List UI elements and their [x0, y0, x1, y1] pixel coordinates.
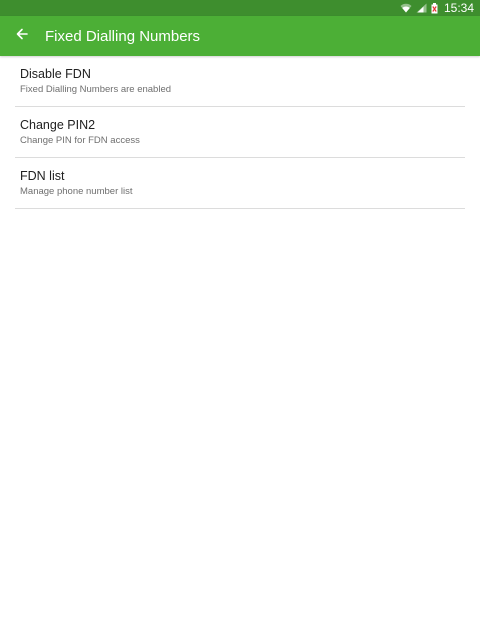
wifi-icon [400, 3, 412, 13]
signal-icon [416, 3, 427, 13]
settings-list: Disable FDN Fixed Dialling Numbers are e… [0, 56, 480, 209]
item-title: Disable FDN [20, 67, 91, 81]
page-title: Fixed Dialling Numbers [45, 27, 201, 45]
change-pin2-item[interactable]: Change PIN2 Change PIN for FDN access [15, 107, 465, 158]
status-icons: 15:34 [400, 1, 474, 15]
status-bar: 15:34 [0, 0, 480, 16]
item-title: Change PIN2 [20, 118, 96, 132]
disable-fdn-item[interactable]: Disable FDN Fixed Dialling Numbers are e… [15, 56, 465, 107]
app-bar: Fixed Dialling Numbers [0, 16, 480, 56]
item-subtitle: Manage phone number list [20, 186, 133, 197]
battery-icon [431, 2, 438, 14]
arrow-left-icon [16, 27, 28, 45]
fdn-list-item[interactable]: FDN list Manage phone number list [15, 158, 465, 209]
back-button[interactable] [0, 16, 44, 56]
item-title: FDN list [20, 169, 65, 183]
item-subtitle: Change PIN for FDN access [20, 135, 140, 146]
screen: 15:34 Fixed Dialling Numbers Disable FDN… [0, 0, 480, 640]
status-time: 15:34 [443, 1, 474, 15]
item-subtitle: Fixed Dialling Numbers are enabled [20, 84, 172, 95]
